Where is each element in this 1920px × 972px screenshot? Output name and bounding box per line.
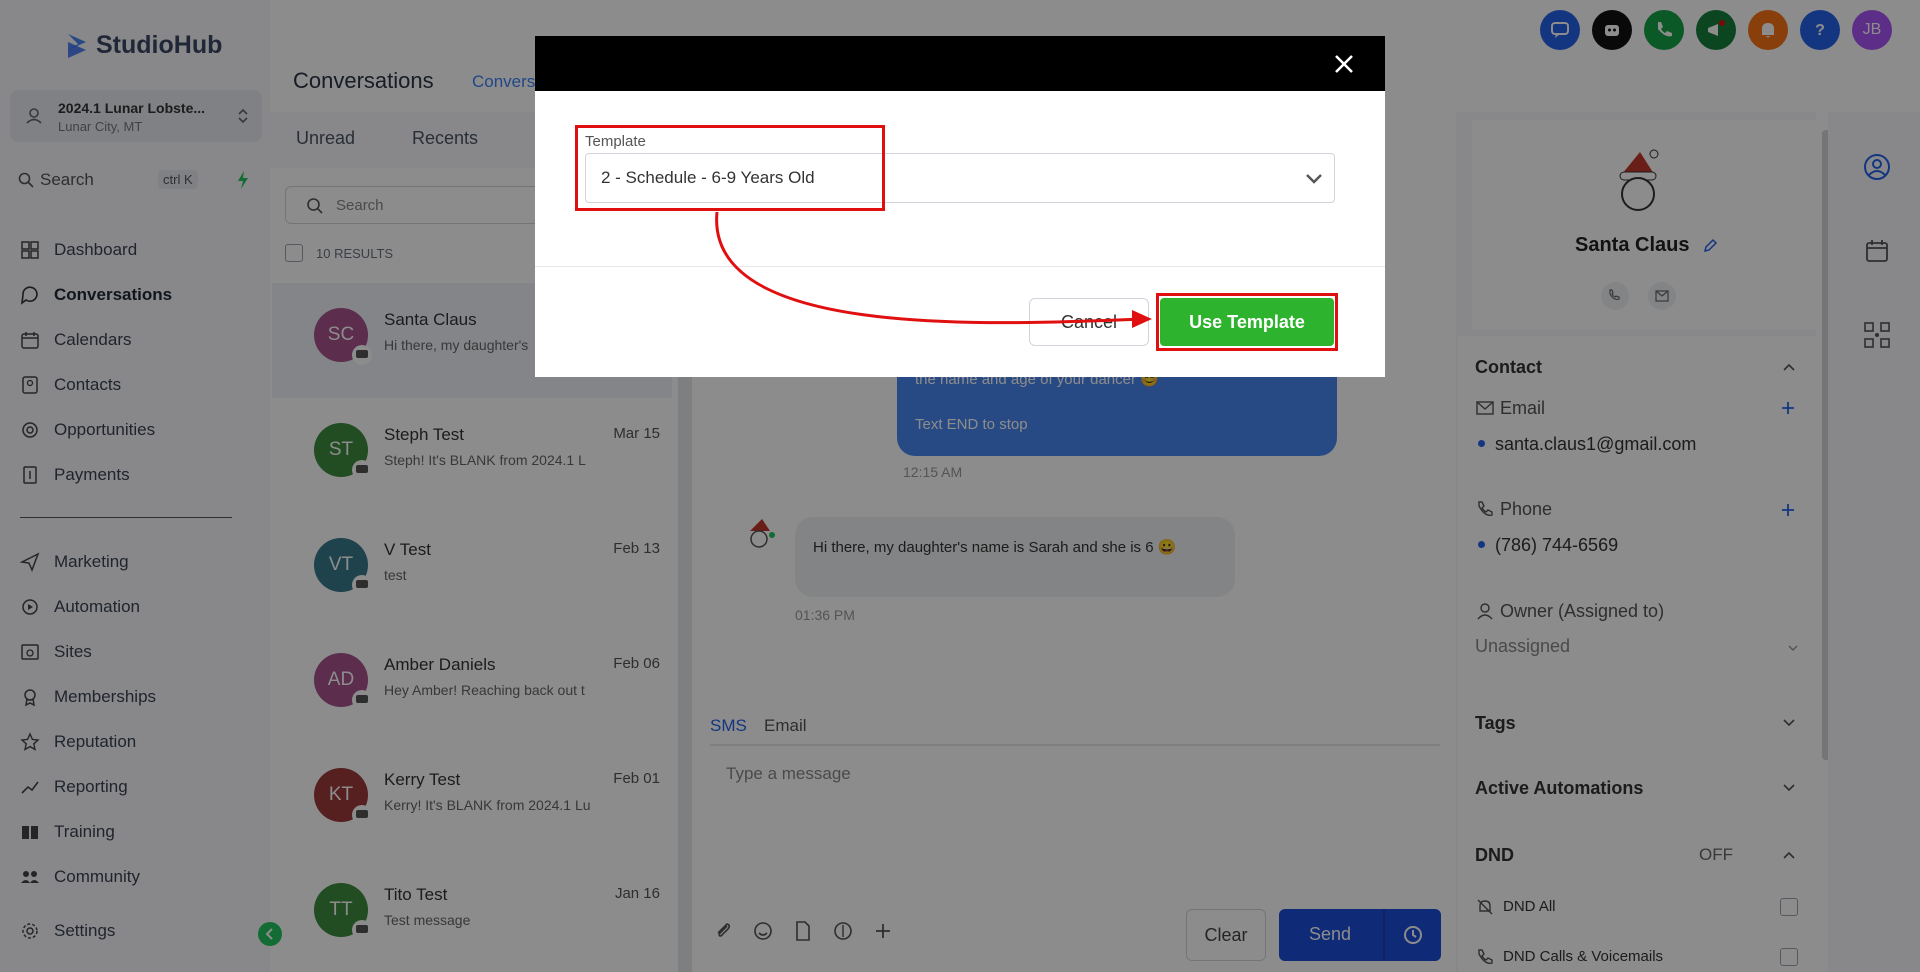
annotation-arrow — [715, 211, 1152, 328]
template-modal: Template 2 - Schedule - 6-9 Years Old Ca… — [535, 36, 1385, 377]
